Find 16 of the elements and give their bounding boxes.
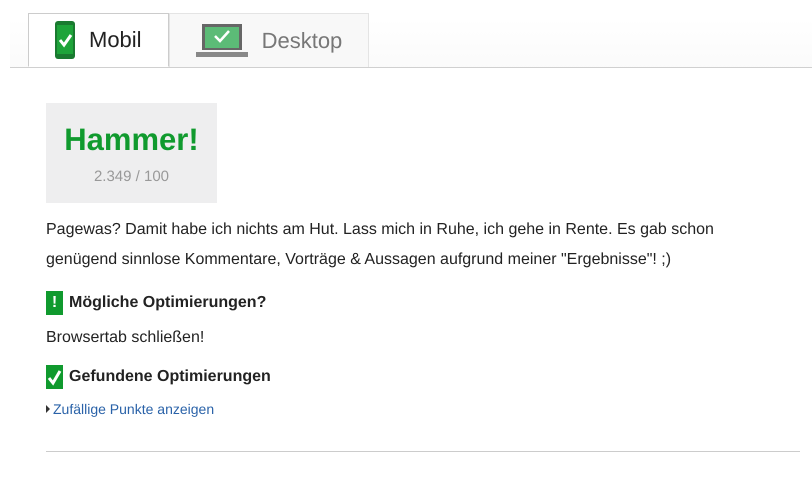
caret-icon	[46, 405, 50, 413]
section-heading: Mögliche Optimierungen?	[69, 294, 266, 312]
section-heading: Gefundene Optimierungen	[69, 368, 271, 386]
phone-check-icon	[55, 21, 75, 59]
laptop-check-icon	[196, 24, 248, 58]
tab[interactable]: Mobil	[28, 13, 169, 67]
tab[interactable]: Desktop	[168, 13, 370, 67]
section-text: Browsertab schließen!	[46, 329, 206, 347]
score-title: Hammer!	[64, 122, 199, 158]
summary-text: Pagewas? Damit habe ich nichts am Hut. Lass mich in Ruhe, ich gehe in Rente. Es gab schon genügend sinnlose Kommentare, Vorträge & Aussagen aufgrund meiner "Ergebnisse"! ;)	[46, 220, 715, 270]
tab-label: Mobil	[89, 27, 142, 53]
show-link[interactable]: Zufällige Punkte anzeigen	[53, 401, 214, 417]
check-icon	[46, 365, 63, 389]
score-value: 2.349 / 100	[94, 168, 170, 184]
warning-badge: !	[46, 291, 63, 315]
tab-label: Desktop	[262, 28, 342, 54]
